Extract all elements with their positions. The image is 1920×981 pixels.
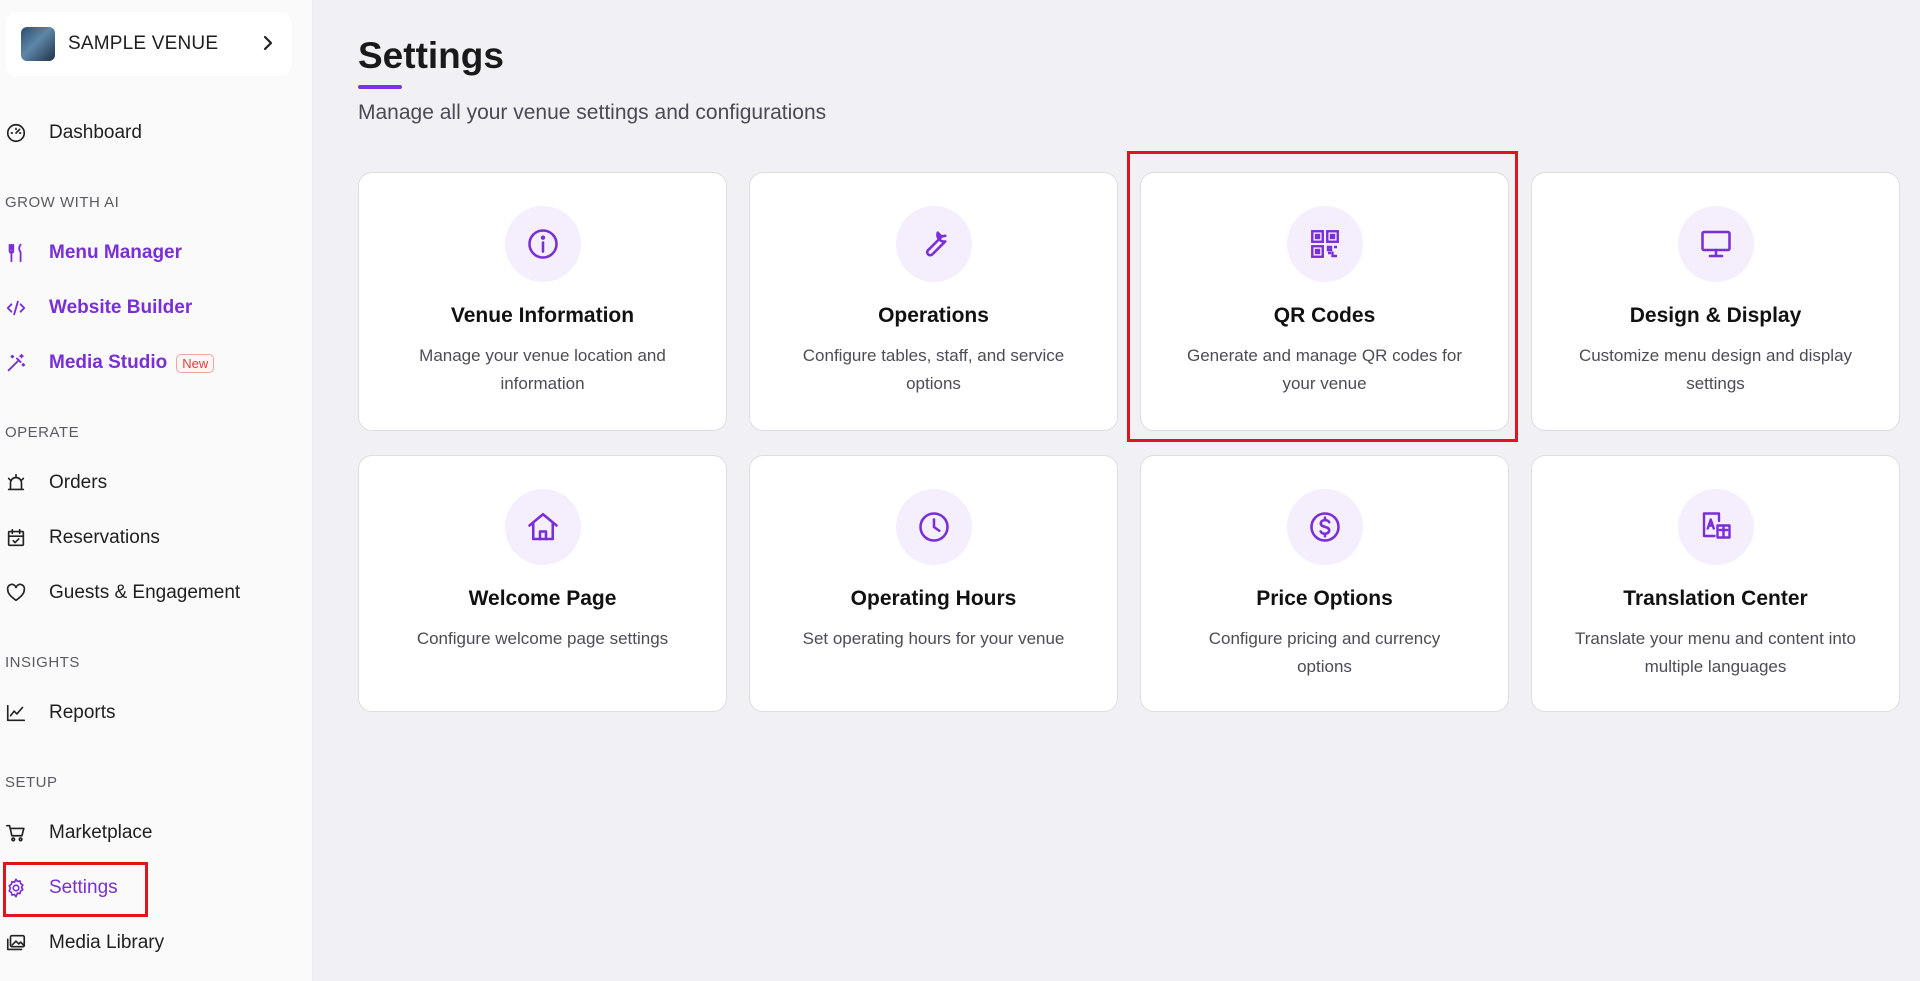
sidebar-item-label: Marketplace: [49, 822, 153, 843]
gauge-icon: [4, 121, 28, 145]
card-title: Operations: [878, 304, 989, 327]
sidebar-item-label: Reservations: [49, 527, 160, 548]
sidebar-item-dashboard[interactable]: Dashboard: [0, 113, 300, 153]
line-chart-icon: [4, 701, 28, 725]
card-title: Operating Hours: [850, 587, 1017, 610]
venue-avatar: [21, 27, 55, 61]
clock-icon: [896, 489, 972, 565]
sidebar-item-media-library[interactable]: Media Library: [0, 923, 300, 963]
settings-card-translation-center[interactable]: Translation Center Translate your menu a…: [1531, 455, 1900, 712]
sidebar-item-orders[interactable]: Orders: [0, 463, 300, 503]
sidebar-item-guests[interactable]: Guests & Engagement: [0, 573, 300, 613]
card-title: Design & Display: [1629, 304, 1802, 327]
sidebar-item-marketplace[interactable]: Marketplace: [0, 813, 300, 853]
card-description: Configure pricing and currency options: [1208, 629, 1441, 676]
bell-alarm-icon: [4, 471, 28, 495]
settings-card-venue-information[interactable]: Venue Information Manage your venue loca…: [358, 172, 727, 431]
section-heading-insights: INSIGHTS: [5, 654, 80, 671]
card-description: Translate your menu and content into mul…: [1575, 629, 1856, 676]
sidebar: SAMPLE VENUE Dashboard GROW WITH AI Menu…: [0, 0, 313, 981]
cart-icon: [4, 821, 28, 845]
settings-card-price-options[interactable]: Price Options Configure pricing and curr…: [1140, 455, 1509, 712]
sidebar-item-media-studio[interactable]: Media Studio New: [0, 343, 300, 383]
card-title: Price Options: [1256, 587, 1393, 610]
calendar-check-icon: [4, 526, 28, 550]
sidebar-item-label: Media Library: [49, 932, 165, 953]
sidebar-item-label: Reports: [49, 702, 116, 723]
highlight-box-settings: [3, 862, 148, 917]
heart-icon: [4, 581, 28, 605]
sidebar-item-label: Orders: [49, 472, 108, 493]
card-description: Configure welcome page settings: [416, 629, 669, 648]
card-title: Welcome Page: [468, 587, 617, 610]
utensils-icon: [4, 241, 28, 265]
card-description: Manage your venue location and informati…: [419, 346, 666, 393]
title-underline: [358, 85, 402, 89]
sidebar-item-label: Media Studio New: [49, 352, 215, 374]
page-subtitle: Manage all your venue settings and confi…: [358, 101, 827, 124]
sidebar-item-reports[interactable]: Reports: [0, 693, 300, 733]
sidebar-item-label: Website Builder: [49, 297, 193, 318]
sidebar-item-label: Menu Manager: [49, 242, 183, 263]
sidebar-item-website-builder[interactable]: Website Builder: [0, 288, 300, 328]
home-icon: [505, 489, 581, 565]
card-description: Configure tables, staff, and service opt…: [802, 346, 1065, 393]
venue-name: SAMPLE VENUE: [68, 33, 219, 54]
section-heading-setup: SETUP: [5, 774, 58, 791]
sidebar-item-label: Dashboard: [49, 122, 142, 143]
wrench-icon: [896, 206, 972, 282]
new-badge: New: [176, 354, 215, 373]
settings-card-operations[interactable]: Operations Configure tables, staff, and …: [749, 172, 1118, 431]
page-title: Settings: [358, 35, 504, 76]
card-title: Translation Center: [1623, 587, 1808, 610]
settings-card-operating-hours[interactable]: Operating Hours Set operating hours for …: [749, 455, 1118, 712]
dollar-icon: [1287, 489, 1363, 565]
card-description: Set operating hours for your venue: [802, 629, 1065, 648]
settings-card-welcome-page[interactable]: Welcome Page Configure welcome page sett…: [358, 455, 727, 712]
translate-icon: [1678, 489, 1754, 565]
sidebar-item-menu-manager[interactable]: Menu Manager: [0, 233, 300, 273]
highlight-box-qr-codes: [1127, 151, 1518, 442]
card-description: Customize menu design and display settin…: [1578, 346, 1853, 393]
sidebar-item-reservations[interactable]: Reservations: [0, 518, 300, 558]
section-heading-grow: GROW WITH AI: [5, 194, 120, 211]
settings-card-design-display[interactable]: Design & Display Customize menu design a…: [1531, 172, 1900, 431]
images-icon: [4, 931, 28, 955]
sidebar-item-label: Guests & Engagement: [49, 582, 241, 603]
chevron-right-icon: [263, 35, 273, 51]
section-heading-operate: OPERATE: [5, 424, 80, 441]
code-icon: [4, 296, 28, 320]
card-title: Venue Information: [450, 304, 635, 327]
info-icon: [505, 206, 581, 282]
monitor-icon: [1678, 206, 1754, 282]
magic-wand-icon: [4, 351, 28, 375]
venue-switcher[interactable]: SAMPLE VENUE: [6, 12, 291, 76]
